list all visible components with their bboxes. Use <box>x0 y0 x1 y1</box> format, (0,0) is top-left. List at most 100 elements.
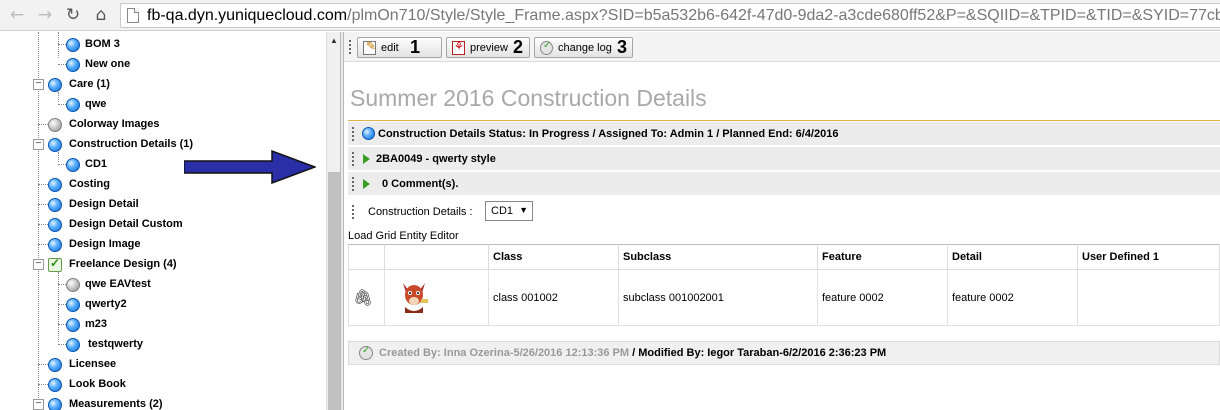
filter-bar: Construction Details : CD1 ▼ <box>348 198 1220 226</box>
construction-details-select[interactable]: CD1 ▼ <box>485 201 533 221</box>
tree-item-measurements[interactable]: − Measurements (2) <box>0 396 320 410</box>
gray-globe-icon <box>48 118 62 132</box>
content-pane: edit 1 preview 2 change log 3 Summer 201… <box>344 32 1220 410</box>
tree-item-label: qwerty2 <box>85 298 127 310</box>
scroll-up-arrow-icon[interactable]: ▲ <box>327 36 341 45</box>
tree-item-label: Care (1) <box>69 78 110 90</box>
globe-icon <box>66 98 80 112</box>
filter-grip <box>352 205 355 219</box>
subclass-cell[interactable]: subclass 001002001 <box>618 269 818 326</box>
collapse-toggle-icon[interactable]: − <box>33 139 44 150</box>
globe-icon <box>48 378 62 392</box>
status-section-header[interactable]: Construction Details Status: In Progress… <box>348 122 1220 146</box>
grid-header-row: Class Subclass Feature Detail User Defin… <box>348 244 1220 270</box>
tree-connector <box>38 384 48 385</box>
chevron-down-icon: ▼ <box>519 205 528 215</box>
globe-icon <box>66 318 80 332</box>
feature-cell[interactable]: feature 0002 <box>817 269 948 326</box>
class-cell[interactable]: class 001002 <box>488 269 619 326</box>
table-row[interactable]: 🖇 class 001002 subclass 001002001 featur… <box>348 269 1220 326</box>
tree-item-label: Colorway Images <box>69 118 160 130</box>
tree-item-label: Design Detail Custom <box>69 218 183 230</box>
scroll-thumb[interactable] <box>328 172 340 410</box>
tree-item-label: Design Detail <box>69 198 139 210</box>
url-text: fb-qa.dyn.yuniquecloud.com/plmOn710/Styl… <box>147 6 1220 26</box>
preview-step-number: 2 <box>513 37 524 57</box>
globe-icon <box>48 398 62 410</box>
preview-button[interactable]: preview 2 <box>446 37 530 58</box>
tree-item-licensee[interactable]: Licensee <box>0 356 320 374</box>
toolbar-grip <box>349 40 352 54</box>
tree-item-bom-3[interactable]: BOM 3 <box>0 36 320 54</box>
annotation-arrow-icon <box>184 150 316 184</box>
tree-item-label: Costing <box>69 178 110 190</box>
reload-icon[interactable]: ↻ <box>62 4 84 26</box>
paperclip-icon[interactable]: 🖇 <box>353 288 373 307</box>
collapse-toggle-icon[interactable]: − <box>33 399 44 410</box>
collapse-toggle-icon[interactable]: − <box>33 79 44 90</box>
created-by-text: Created By: Inna Ozerina-5/26/2016 12:13… <box>379 347 630 359</box>
grid-header-class[interactable]: Class <box>488 244 619 270</box>
home-icon[interactable]: ⌂ <box>90 4 112 26</box>
tree-scrollbar[interactable]: ▲ <box>326 32 340 410</box>
tree-item-design-image[interactable]: Design Image <box>0 236 320 254</box>
change-log-button[interactable]: change log 3 <box>534 37 633 58</box>
preview-label: preview <box>470 42 508 54</box>
grid-header-detail[interactable]: Detail <box>947 244 1078 270</box>
tree-item-colorway-images[interactable]: Colorway Images <box>0 116 320 134</box>
audit-icon <box>359 345 373 360</box>
tree-connector <box>38 204 48 205</box>
edit-step-number: 1 <box>410 37 421 57</box>
grid-header-feature[interactable]: Feature <box>817 244 948 270</box>
style-section-header[interactable]: 2BA0049 - qwerty style <box>348 147 1220 171</box>
globe-icon <box>362 127 375 140</box>
tree-connector <box>38 224 48 225</box>
tree-item-qwerty2[interactable]: qwerty2 <box>0 296 320 314</box>
tree-item-new-one[interactable]: New one <box>0 56 320 74</box>
tree-item-label: Construction Details (1) <box>69 138 194 150</box>
tree-item-label: m23 <box>85 318 108 330</box>
edit-button[interactable]: edit 1 <box>357 37 442 58</box>
tree-item-qwe[interactable]: qwe <box>0 96 320 114</box>
expand-triangle-icon[interactable] <box>363 179 370 189</box>
globe-icon <box>66 158 80 172</box>
load-grid-editor-link[interactable]: Load Grid Entity Editor <box>348 230 459 242</box>
globe-icon <box>48 358 62 372</box>
mascot-image-icon <box>403 283 428 313</box>
attachment-cell[interactable]: 🖇 <box>348 269 385 326</box>
tree-item-label: qwe EAVtest <box>85 278 151 290</box>
globe-icon <box>48 218 62 232</box>
back-arrow-icon[interactable]: ← <box>6 4 28 26</box>
tree-item-label: BOM 3 <box>85 38 120 50</box>
grid-header-subclass[interactable]: Subclass <box>618 244 818 270</box>
tree-item-look-book[interactable]: Look Book <box>0 376 320 394</box>
url-host: fb-qa.dyn.yuniquecloud.com <box>147 7 348 24</box>
comments-section-header[interactable]: 0 Comment(s). <box>348 172 1220 196</box>
tree-item-design-detail[interactable]: Design Detail <box>0 196 320 214</box>
change-log-step-number: 3 <box>617 37 628 57</box>
tree-item-label: testqwerty <box>88 338 144 350</box>
tree-item-care[interactable]: − Care (1) <box>0 76 320 94</box>
globe-icon <box>48 198 62 212</box>
tree-item-design-detail-custom[interactable]: Design Detail Custom <box>0 216 320 234</box>
edit-icon <box>363 39 376 55</box>
user-defined-1-cell[interactable] <box>1077 269 1220 326</box>
tree-item-freelance-design[interactable]: − Freelance Design (4) <box>0 256 320 274</box>
tree-connector <box>38 124 48 125</box>
grid-header <box>348 244 385 270</box>
detail-cell[interactable]: feature 0002 <box>947 269 1078 326</box>
tree-item-label: Freelance Design (4) <box>69 258 177 270</box>
expand-triangle-icon[interactable] <box>363 154 370 164</box>
grid-header-user-defined-1[interactable]: User Defined 1 <box>1077 244 1220 270</box>
tree-item-testqwerty[interactable]: testqwerty <box>0 336 320 354</box>
section-grip <box>352 152 355 166</box>
pdf-icon <box>452 40 465 55</box>
address-bar[interactable]: fb-qa.dyn.yuniquecloud.com/plmOn710/Styl… <box>120 3 1220 28</box>
tree-item-m23[interactable]: m23 <box>0 316 320 334</box>
globe-icon <box>66 338 80 352</box>
forward-arrow-icon[interactable]: → <box>34 4 56 26</box>
globe-icon <box>48 238 62 252</box>
collapse-toggle-icon[interactable]: − <box>33 259 44 270</box>
tree-item-qwe-eavtest[interactable]: qwe EAVtest <box>0 276 320 294</box>
tree-item-label: Look Book <box>69 378 126 390</box>
